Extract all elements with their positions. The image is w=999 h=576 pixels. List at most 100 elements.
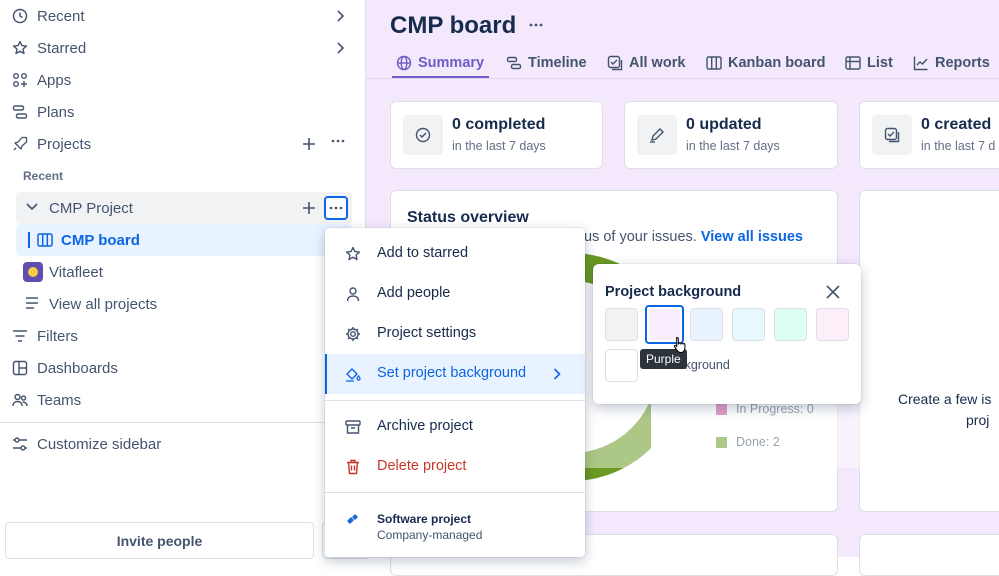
- edit-icon: [650, 128, 664, 143]
- stat-subtitle: in the last 7 days: [452, 139, 546, 153]
- tab-divider: [366, 78, 999, 79]
- sidebar-item-label: Plans: [37, 103, 75, 121]
- page-title: CMP board: [390, 12, 517, 39]
- sidebar-item-label: View all projects: [49, 295, 158, 313]
- menu-item-add-to-starred[interactable]: Add to starred: [325, 234, 585, 274]
- menu-item-label: Delete project: [377, 458, 467, 474]
- plus-icon[interactable]: [302, 201, 316, 215]
- clock-icon: [12, 8, 28, 24]
- recent-section-heading: Recent: [23, 169, 64, 183]
- stat-value: 0 created: [921, 116, 992, 133]
- menu-item-set-project-background[interactable]: Set project background: [325, 354, 585, 394]
- filter-icon: [13, 330, 27, 342]
- empty-state-text-2: proj: [966, 412, 990, 428]
- close-icon[interactable]: [826, 285, 840, 299]
- chevron-right-icon[interactable]: [332, 40, 348, 56]
- menu-item-add-people[interactable]: Add people: [325, 274, 585, 314]
- sidebar-item-label: Starred: [37, 39, 87, 57]
- list-view-icon: [845, 56, 861, 70]
- star-icon: [345, 246, 361, 261]
- menu-item-label: Archive project: [377, 418, 473, 434]
- menu-item-label: Add to starred: [377, 245, 469, 261]
- sidebar-item-label: Projects: [37, 135, 92, 153]
- stat-value: 0 updated: [686, 116, 762, 133]
- menu-divider: [325, 400, 585, 401]
- menu-item-project-settings[interactable]: Project settings: [325, 314, 585, 354]
- dashboard-icon: [12, 360, 28, 376]
- swatch-none[interactable]: [605, 349, 638, 382]
- sidebar-item-cmp-board[interactable]: CMP board: [16, 224, 352, 256]
- swatch-green[interactable]: [774, 308, 807, 341]
- tab-timeline[interactable]: Timeline: [506, 52, 587, 74]
- sidebar-item-teams[interactable]: Teams: [0, 384, 365, 416]
- view-all-issues-link[interactable]: View all issues: [701, 229, 803, 245]
- plus-icon[interactable]: [302, 137, 316, 151]
- project-type-subtitle: Company-managed: [377, 528, 483, 542]
- timeline-icon: [506, 56, 522, 70]
- invite-people-button[interactable]: Invite people: [5, 522, 314, 559]
- project-more-button[interactable]: [324, 196, 348, 220]
- sidebar-item-plans[interactable]: Plans: [0, 96, 365, 128]
- all-work-icon: [607, 55, 623, 71]
- sidebar-item-projects[interactable]: Projects: [0, 128, 365, 160]
- board-icon: [37, 233, 53, 247]
- star-icon: [12, 40, 28, 55]
- project-type-title: Software project: [377, 512, 472, 526]
- plans-icon: [12, 105, 28, 119]
- sidebar-item-label: CMP Project: [49, 200, 133, 217]
- tab-all-work[interactable]: All work: [607, 52, 685, 74]
- menu-item-label: Add people: [377, 285, 451, 301]
- sidebar-item-view-all-projects[interactable]: View all projects: [0, 288, 365, 320]
- chart-line-icon: [913, 56, 928, 71]
- more-icon[interactable]: [529, 23, 543, 27]
- software-project-icon: [347, 514, 358, 524]
- stat-value: 0 completed: [452, 116, 546, 133]
- panel-title: Status overview: [407, 209, 529, 226]
- tab-label: Summary: [418, 55, 485, 71]
- sidebar-item-starred[interactable]: Starred: [0, 32, 365, 64]
- tab-list[interactable]: List: [845, 52, 893, 74]
- sidebar-item-cmp-project[interactable]: CMP Project: [16, 192, 352, 224]
- swatch-blue[interactable]: [690, 308, 723, 341]
- swatch-gray[interactable]: [605, 308, 638, 341]
- sidebar-item-dashboards[interactable]: Dashboards: [0, 352, 365, 384]
- project-background-popover: Project background No background: [593, 264, 861, 404]
- stat-icon-box: [872, 115, 912, 155]
- tab-kanban-board[interactable]: Kanban board: [706, 52, 825, 74]
- sidebar-item-label: Apps: [37, 71, 72, 89]
- person-icon: [346, 287, 360, 302]
- sidebar-item-apps[interactable]: Apps: [0, 64, 365, 96]
- active-tab-indicator: [392, 76, 489, 78]
- sliders-icon: [13, 437, 27, 451]
- menu-item-delete-project[interactable]: Delete project: [325, 447, 585, 487]
- sidebar-item-filters[interactable]: Filters: [0, 320, 365, 352]
- sidebar-item-vitafleet[interactable]: Vitafleet: [0, 256, 365, 288]
- swatch-magenta[interactable]: [816, 308, 849, 341]
- trash-icon: [347, 459, 359, 475]
- lower-panel-right: [859, 534, 999, 576]
- stat-icon-box: [637, 115, 677, 155]
- sidebar-item-customize[interactable]: Customize sidebar: [0, 428, 365, 460]
- menu-item-archive-project[interactable]: Archive project: [325, 407, 585, 447]
- chevron-down-icon[interactable]: [26, 203, 38, 211]
- active-indicator: [28, 232, 30, 248]
- sidebar-item-label: Customize sidebar: [37, 435, 162, 453]
- more-icon: [329, 206, 343, 210]
- chevron-right-icon[interactable]: [332, 8, 348, 24]
- apps-icon: [13, 73, 27, 87]
- empty-state-text: Create a few is: [898, 391, 992, 407]
- sidebar-item-recent[interactable]: Recent: [0, 0, 365, 32]
- tab-summary[interactable]: Summary: [396, 52, 484, 74]
- stat-subtitle: in the last 7 days: [686, 139, 780, 153]
- more-icon[interactable]: [331, 139, 345, 143]
- stat-subtitle: in the last 7 d: [921, 139, 996, 153]
- globe-icon: [396, 55, 412, 71]
- sidebar-item-label: Teams: [37, 391, 82, 409]
- tab-reports[interactable]: Reports: [913, 52, 990, 74]
- swatch-teal[interactable]: [732, 308, 765, 341]
- sidebar-item-label: Dashboards: [37, 359, 118, 377]
- check-circle-icon: [415, 127, 431, 143]
- sidebar: Recent Starred Apps Plans Projects Recen…: [0, 0, 367, 559]
- stat-card-completed: 0 completed in the last 7 days: [390, 101, 603, 169]
- sidebar-divider: [0, 422, 365, 423]
